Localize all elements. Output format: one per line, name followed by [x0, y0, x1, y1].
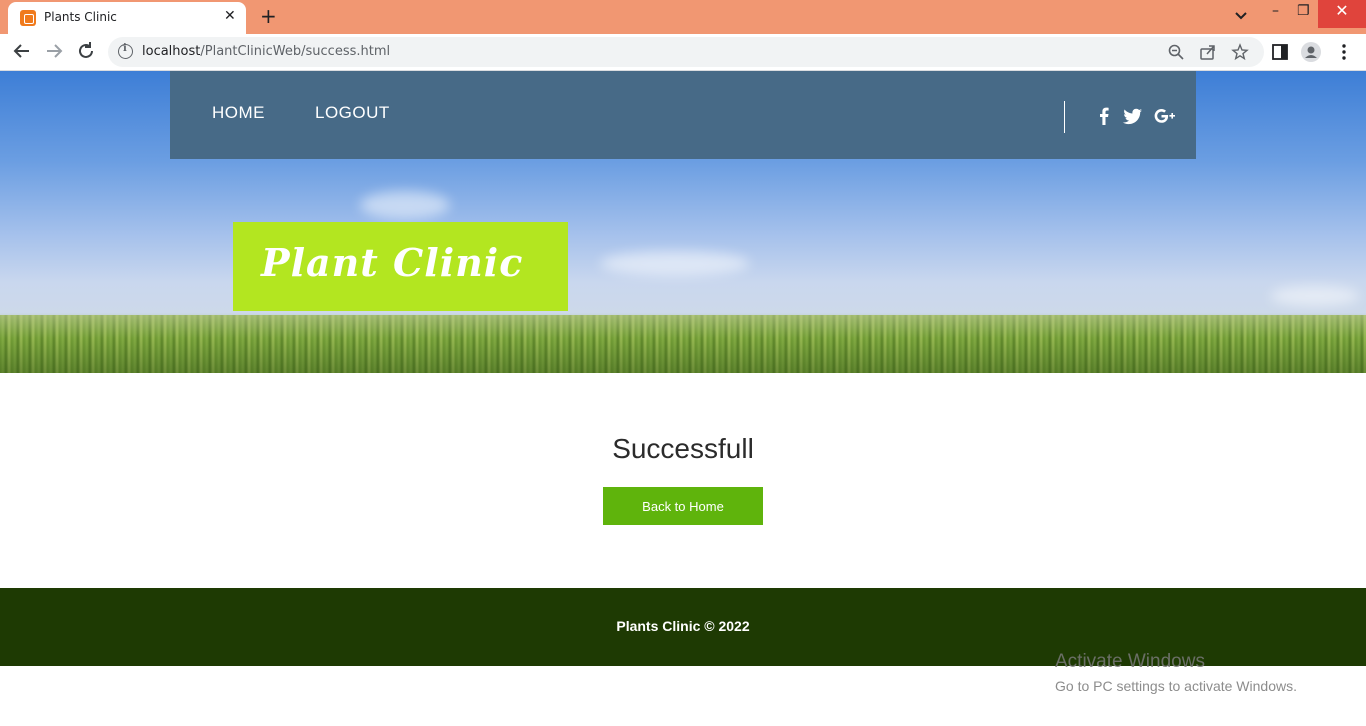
top-navbar: HOME LOGOUT [170, 71, 1196, 159]
minimize-button[interactable]: – [1272, 3, 1279, 19]
url-path: /PlantClinicWeb/success.html [200, 44, 391, 59]
url-text[interactable]: localhost/PlantClinicWeb/success.html [142, 44, 390, 59]
logo-banner: Plant Clinic [233, 222, 568, 311]
bookmark-star-icon[interactable] [1231, 43, 1249, 61]
cloud [360, 191, 450, 219]
nav-logout-link[interactable]: LOGOUT [315, 103, 390, 123]
nav-divider [1064, 101, 1065, 133]
web-page: HOME LOGOUT Plant Clinic Successfull Bac… [0, 71, 1366, 726]
activate-windows-subtitle: Go to PC settings to activate Windows. [1055, 678, 1297, 694]
share-icon[interactable] [1199, 43, 1217, 61]
new-tab-button[interactable]: + [260, 4, 277, 28]
site-info-icon[interactable] [118, 43, 133, 59]
window-close-button[interactable]: ✕ [1318, 0, 1366, 28]
address-bar[interactable]: localhost/PlantClinicWeb/success.html [108, 37, 1264, 67]
menu-kebab-icon[interactable] [1334, 42, 1354, 62]
cloud [1270, 286, 1360, 306]
main-content: Successfull Back to Home [0, 373, 1366, 588]
reload-icon[interactable] [75, 40, 97, 62]
side-panel-icon[interactable] [1270, 42, 1290, 62]
xampp-favicon-icon [20, 10, 36, 26]
hero-banner: HOME LOGOUT Plant Clinic [0, 71, 1366, 373]
browser-tab-strip: Plants Clinic ✕ + – ❐ ✕ [0, 0, 1366, 34]
facebook-icon[interactable] [1093, 105, 1115, 127]
logo-text: Plant Clinic [261, 240, 524, 285]
forward-arrow-icon[interactable] [43, 40, 65, 62]
tab-title: Plants Clinic [44, 10, 117, 24]
restore-button[interactable]: ❐ [1297, 3, 1310, 19]
browser-toolbar: localhost/PlantClinicWeb/success.html [0, 34, 1366, 71]
cloud [600, 251, 750, 276]
twitter-icon[interactable] [1122, 105, 1144, 127]
zoom-icon[interactable] [1167, 43, 1185, 61]
tab-close-icon[interactable]: ✕ [224, 8, 236, 24]
success-message: Successfull [612, 433, 754, 464]
back-arrow-icon[interactable] [11, 40, 33, 62]
profile-avatar-icon[interactable] [1301, 42, 1321, 62]
browser-tab[interactable]: Plants Clinic ✕ [8, 2, 246, 34]
nav-home-link[interactable]: HOME [212, 103, 265, 123]
tab-search-chevron-icon[interactable] [1232, 6, 1250, 24]
url-host: localhost [142, 44, 201, 59]
google-plus-icon[interactable] [1154, 105, 1176, 127]
footer-copyright: Plants Clinic © 2022 [616, 618, 750, 634]
activate-windows-title: Activate Windows [1055, 651, 1205, 672]
back-to-home-button[interactable]: Back to Home [603, 487, 763, 525]
grass-field [0, 315, 1366, 373]
